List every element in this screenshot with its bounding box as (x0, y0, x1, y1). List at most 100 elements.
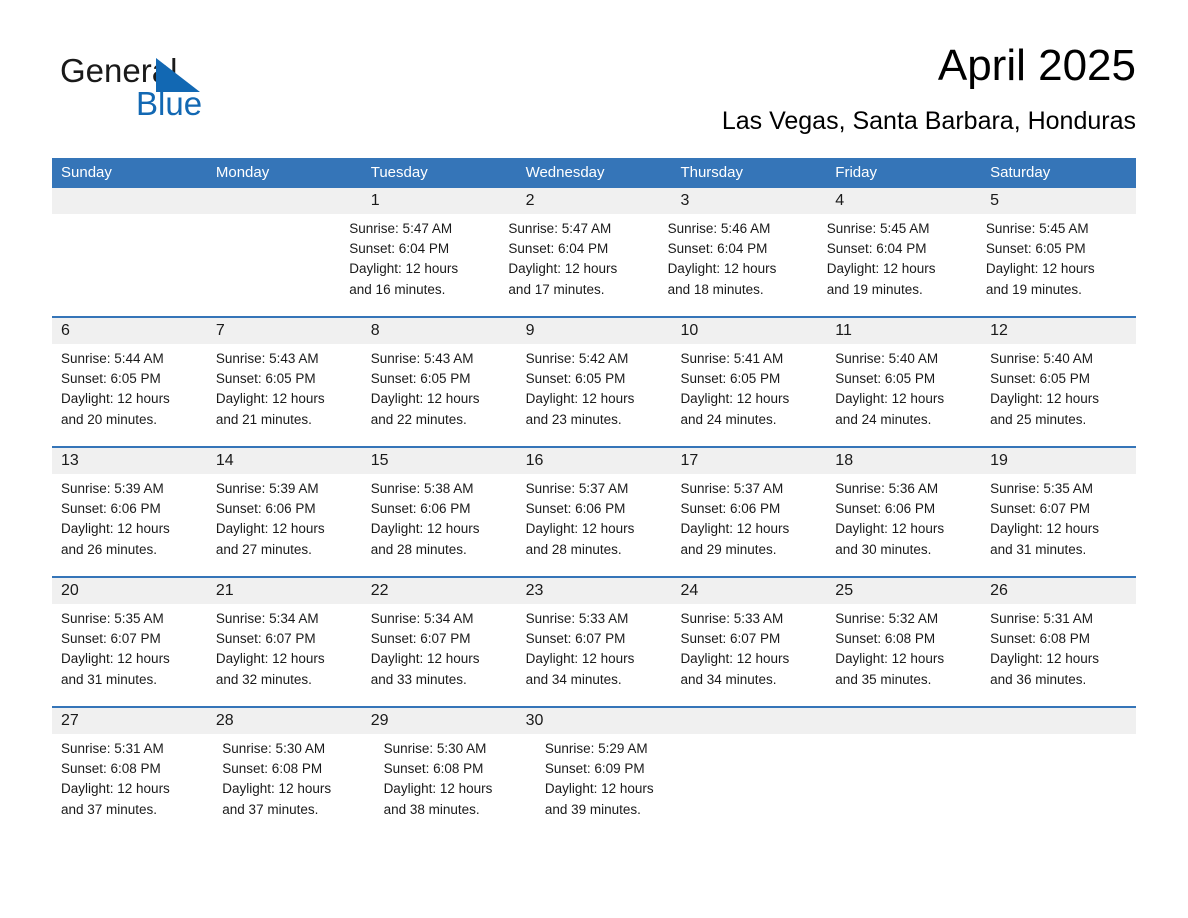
daylight-text: and 31 minutes. (990, 541, 1087, 557)
sunrise-text: Sunrise: 5:40 AM (835, 351, 939, 366)
day-cell[interactable]: Sunrise: 5:35 AM Sunset: 6:07 PM Daylight:… (52, 609, 207, 702)
day-number[interactable]: 17 (671, 448, 826, 474)
day-cell[interactable]: Sunrise: 5:42 AM Sunset: 6:05 PM Daylight:… (517, 349, 672, 442)
week-daynumber-band: 6 7 8 9 10 11 12 (52, 318, 1136, 344)
empty-day-number (826, 708, 981, 734)
daylight-text: and 26 minutes. (61, 541, 158, 557)
day-number[interactable]: 27 (52, 708, 207, 734)
daylight-text: Daylight: 12 hours (61, 781, 170, 797)
day-number[interactable]: 5 (981, 188, 1136, 214)
weekday-header-saturday: Saturday (990, 164, 1051, 181)
daylight-text: and 24 minutes. (680, 411, 777, 427)
day-number[interactable]: 26 (981, 578, 1136, 604)
sunrise-text: Sunrise: 5:42 AM (525, 351, 629, 366)
day-cell[interactable]: Sunrise: 5:46 AM Sunset: 6:04 PM Daylight:… (659, 219, 818, 312)
day-cell[interactable]: Sunrise: 5:32 AM Sunset: 6:08 PM Daylight:… (826, 609, 981, 702)
day-number[interactable]: 21 (207, 578, 362, 604)
day-number[interactable]: 10 (671, 318, 826, 344)
day-number[interactable]: 3 (671, 188, 826, 214)
week-daynumber-band: 12345 (52, 188, 1136, 214)
daylight-text: Daylight: 12 hours (61, 521, 170, 537)
sunset-text: Sunset: 6:04 PM (508, 241, 609, 257)
day-number[interactable]: 19 (981, 448, 1136, 474)
day-cell[interactable]: Sunrise: 5:35 AM Sunset: 6:07 PM Daylight:… (981, 479, 1136, 572)
week-detail-band: Sunrise: 5:47 AM Sunset: 6:04 PM Daylight:… (52, 214, 1136, 312)
daylight-text: and 21 minutes. (215, 411, 312, 427)
sunrise-text: Sunrise: 5:45 AM (826, 221, 930, 236)
sunrise-text: Sunrise: 5:39 AM (215, 481, 319, 496)
sunset-text: Sunset: 6:08 PM (835, 631, 936, 647)
day-number[interactable]: 22 (362, 578, 517, 604)
daylight-text: and 35 minutes. (835, 671, 932, 687)
weekday-header-friday: Friday (835, 164, 877, 181)
day-cell[interactable]: Sunrise: 5:37 AM Sunset: 6:06 PM Daylight:… (517, 479, 672, 572)
day-number[interactable]: 12 (981, 318, 1136, 344)
day-number[interactable]: 15 (362, 448, 517, 474)
day-cell[interactable]: Sunrise: 5:34 AM Sunset: 6:07 PM Daylight:… (362, 609, 517, 702)
day-cell[interactable]: Sunrise: 5:39 AM Sunset: 6:06 PM Daylight:… (207, 479, 362, 572)
sunset-text: Sunset: 6:06 PM (61, 501, 161, 517)
day-number[interactable]: 29 (362, 708, 517, 734)
daylight-text: Daylight: 12 hours (835, 651, 945, 667)
day-cell[interactable]: Sunrise: 5:45 AM Sunset: 6:05 PM Daylight:… (977, 219, 1136, 312)
daylight-text: and 27 minutes. (215, 541, 312, 557)
day-cell[interactable]: Sunrise: 5:33 AM Sunset: 6:07 PM Daylight:… (671, 609, 826, 702)
day-cell[interactable]: Sunrise: 5:30 AM Sunset: 6:08 PM Daylight:… (213, 739, 374, 832)
sunset-text: Sunset: 6:05 PM (990, 371, 1090, 387)
day-cell[interactable]: Sunrise: 5:39 AM Sunset: 6:06 PM Daylight:… (52, 479, 207, 572)
sunrise-text: Sunrise: 5:41 AM (680, 351, 784, 366)
day-number[interactable]: 28 (207, 708, 362, 734)
daylight-text: Daylight: 12 hours (349, 261, 459, 277)
day-number[interactable]: 9 (517, 318, 672, 344)
sunset-text: Sunset: 6:07 PM (215, 631, 316, 647)
day-cell[interactable]: Sunrise: 5:43 AM Sunset: 6:05 PM Daylight:… (207, 349, 362, 442)
day-number[interactable]: 13 (52, 448, 207, 474)
week-row: 13 14 15 16 17 18 19 Sunrise: 5:39 AM Sunset: 6:… (52, 446, 1136, 572)
day-number[interactable]: 20 (52, 578, 207, 604)
day-cell[interactable]: Sunrise: 5:30 AM Sunset: 6:08 PM Daylight:… (375, 739, 536, 832)
day-number[interactable]: 6 (52, 318, 207, 344)
day-number[interactable]: 25 (826, 578, 981, 604)
day-cell[interactable]: Sunrise: 5:44 AM Sunset: 6:05 PM Daylight:… (52, 349, 207, 442)
page-title: April 2025 (937, 41, 1136, 90)
day-cell[interactable]: Sunrise: 5:45 AM Sunset: 6:04 PM Daylight:… (818, 219, 977, 312)
day-number[interactable]: 30 (517, 708, 672, 734)
day-cell[interactable]: Sunrise: 5:47 AM Sunset: 6:04 PM Daylight:… (340, 219, 499, 312)
day-cell[interactable]: Sunrise: 5:33 AM Sunset: 6:07 PM Daylight:… (517, 609, 672, 702)
day-cell[interactable]: Sunrise: 5:36 AM Sunset: 6:06 PM Daylight:… (826, 479, 981, 572)
day-cell[interactable]: Sunrise: 5:38 AM Sunset: 6:06 PM Daylight:… (362, 479, 517, 572)
sunrise-text: Sunrise: 5:45 AM (985, 221, 1089, 236)
day-cell[interactable]: Sunrise: 5:29 AM Sunset: 6:09 PM Daylight:… (536, 739, 697, 832)
day-number[interactable]: 18 (826, 448, 981, 474)
day-number[interactable]: 7 (207, 318, 362, 344)
daylight-text: and 39 minutes. (544, 801, 641, 817)
day-number[interactable]: 8 (362, 318, 517, 344)
day-cell[interactable]: Sunrise: 5:41 AM Sunset: 6:05 PM Daylight:… (671, 349, 826, 442)
day-cell[interactable]: Sunrise: 5:47 AM Sunset: 6:04 PM Daylight:… (499, 219, 658, 312)
weekday-header-tuesday: Tuesday (370, 164, 428, 181)
day-cell[interactable]: Sunrise: 5:31 AM Sunset: 6:08 PM Daylight:… (981, 609, 1136, 702)
week-row: 6 7 8 9 10 11 12 Sunrise: 5:44 AM Sunset: 6:05 P… (52, 316, 1136, 442)
general-blue-logo[interactable]: General Blue (60, 52, 260, 132)
day-number[interactable]: 11 (826, 318, 981, 344)
day-cell[interactable]: Sunrise: 5:40 AM Sunset: 6:05 PM Daylight:… (981, 349, 1136, 442)
day-cell[interactable]: Sunrise: 5:34 AM Sunset: 6:07 PM Daylight:… (207, 609, 362, 702)
day-number[interactable]: 14 (207, 448, 362, 474)
daylight-text: Daylight: 12 hours (370, 651, 480, 667)
weekday-header-thursday: Thursday (680, 164, 743, 181)
day-number[interactable]: 4 (826, 188, 981, 214)
daylight-text: Daylight: 12 hours (383, 781, 493, 797)
day-number[interactable]: 16 (517, 448, 672, 474)
sunset-text: Sunset: 6:05 PM (680, 371, 781, 387)
day-number[interactable]: 2 (517, 188, 672, 214)
day-number[interactable]: 24 (671, 578, 826, 604)
daylight-text: Daylight: 12 hours (222, 781, 332, 797)
day-number[interactable]: 23 (517, 578, 672, 604)
day-cell[interactable]: Sunrise: 5:40 AM Sunset: 6:05 PM Daylight:… (826, 349, 981, 442)
daylight-text: Daylight: 12 hours (680, 521, 790, 537)
day-cell[interactable]: Sunrise: 5:37 AM Sunset: 6:06 PM Daylight:… (671, 479, 826, 572)
day-cell[interactable]: Sunrise: 5:31 AM Sunset: 6:08 PM Daylight:… (52, 739, 213, 832)
day-cell[interactable]: Sunrise: 5:43 AM Sunset: 6:05 PM Daylight:… (362, 349, 517, 442)
daylight-text: and 33 minutes. (370, 671, 467, 687)
day-number[interactable]: 1 (362, 188, 517, 214)
